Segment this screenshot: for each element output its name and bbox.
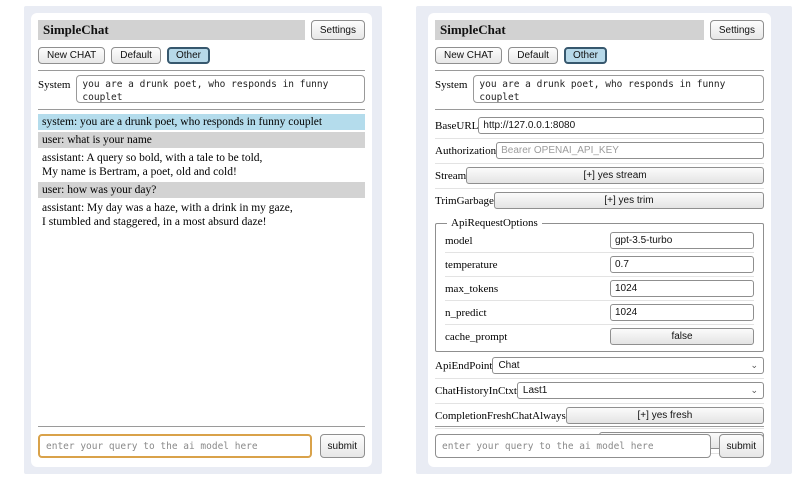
settings-button[interactable]: Settings [311, 20, 365, 40]
chat-history-select[interactable]: Last1 ⌄ [517, 382, 764, 399]
api-request-options-legend: ApiRequestOptions [447, 217, 542, 229]
setting-row-temperature: temperature [445, 253, 754, 277]
system-prompt-row: System you are a drunk poet, who respond… [435, 75, 764, 103]
stream-toggle-button[interactable]: [+] yes stream [466, 167, 764, 184]
divider [38, 70, 365, 71]
stream-label: Stream [435, 170, 466, 182]
trimgarbage-toggle-button[interactable]: [+] yes trim [494, 192, 764, 209]
query-area: submit [435, 420, 764, 458]
chat-message-user: user: what is your name [38, 132, 365, 148]
query-area: submit [38, 420, 365, 458]
chat-log: system: you are a drunk poet, who respon… [38, 114, 365, 230]
app-title: SimpleChat [435, 20, 704, 40]
submit-button[interactable]: submit [719, 434, 764, 458]
n-predict-input[interactable] [610, 304, 754, 321]
query-input[interactable] [38, 434, 312, 458]
setting-row-chat-history: ChatHistoryInCtxt Last1 ⌄ [435, 379, 764, 404]
setting-row-model: model [445, 229, 754, 253]
session-toolbar: New CHAT Default Other [38, 47, 365, 64]
temperature-input[interactable] [610, 256, 754, 273]
baseurl-input[interactable] [478, 117, 764, 134]
setting-row-stream: Stream [+] yes stream [435, 164, 764, 189]
chat-message-user: user: how was your day? [38, 182, 365, 198]
query-input[interactable] [435, 434, 711, 458]
max-tokens-label: max_tokens [445, 283, 498, 295]
cache-prompt-label: cache_prompt [445, 331, 507, 343]
temperature-label: temperature [445, 259, 498, 271]
query-row: submit [38, 434, 365, 458]
divider [38, 109, 365, 110]
system-prompt-input[interactable]: you are a drunk poet, who responds in fu… [76, 75, 365, 103]
model-label: model [445, 235, 473, 247]
setting-row-authorization: Authorization [435, 139, 764, 164]
session-tab-other[interactable]: Other [167, 47, 210, 64]
chat-message-assistant: assistant: My day was a haze, with a dri… [38, 200, 365, 230]
trimgarbage-label: TrimGarbage [435, 195, 494, 207]
authorization-input[interactable] [496, 142, 764, 159]
max-tokens-input[interactable] [610, 280, 754, 297]
api-endpoint-select[interactable]: Chat ⌄ [492, 357, 764, 374]
chat-message-assistant: assistant: A query so bold, with a tale … [38, 150, 365, 180]
authorization-label: Authorization [435, 145, 496, 157]
n-predict-label: n_predict [445, 307, 487, 319]
system-prompt-row: System you are a drunk poet, who respond… [38, 75, 365, 103]
query-row: submit [435, 434, 764, 458]
api-endpoint-selected-value: Chat [498, 360, 519, 371]
baseurl-label: BaseURL [435, 120, 478, 132]
setting-row-max-tokens: max_tokens [445, 277, 754, 301]
settings-button[interactable]: Settings [710, 20, 764, 40]
chevron-down-icon: ⌄ [750, 361, 758, 370]
submit-button[interactable]: submit [320, 434, 365, 458]
system-label: System [38, 75, 70, 103]
cache-prompt-toggle-button[interactable]: false [610, 328, 754, 345]
system-prompt-input[interactable]: you are a drunk poet, who responds in fu… [473, 75, 764, 103]
chat-panel: SimpleChat Settings New CHAT Default Oth… [31, 13, 372, 467]
session-tab-default[interactable]: Default [508, 47, 558, 64]
chat-history-label: ChatHistoryInCtxt [435, 385, 517, 397]
divider [435, 70, 764, 71]
setting-row-api-endpoint: ApiEndPoint Chat ⌄ [435, 354, 764, 379]
app-title: SimpleChat [38, 20, 305, 40]
setting-row-n-predict: n_predict [445, 301, 754, 325]
settings-panel: SimpleChat Settings New CHAT Default Oth… [428, 13, 771, 467]
session-tab-other[interactable]: Other [564, 47, 607, 64]
new-chat-button[interactable]: New CHAT [38, 47, 105, 64]
header: SimpleChat Settings [38, 20, 365, 40]
divider [435, 109, 764, 110]
api-request-options-fieldset: ApiRequestOptions model temperature max_… [435, 217, 764, 352]
header: SimpleChat Settings [435, 20, 764, 40]
settings-list: BaseURL Authorization Stream [+] yes str… [435, 114, 764, 454]
model-input[interactable] [610, 232, 754, 249]
setting-row-trimgarbage: TrimGarbage [+] yes trim [435, 189, 764, 213]
chat-view-screenshot: SimpleChat Settings New CHAT Default Oth… [24, 6, 382, 474]
session-tab-default[interactable]: Default [111, 47, 161, 64]
new-chat-button[interactable]: New CHAT [435, 47, 502, 64]
divider [435, 426, 764, 427]
api-endpoint-label: ApiEndPoint [435, 360, 492, 372]
setting-row-cache-prompt: cache_prompt false [445, 325, 754, 348]
session-toolbar: New CHAT Default Other [435, 47, 764, 64]
settings-view-screenshot: SimpleChat Settings New CHAT Default Oth… [416, 6, 792, 474]
divider [38, 426, 365, 427]
chevron-down-icon: ⌄ [750, 386, 758, 395]
chat-history-selected-value: Last1 [523, 385, 547, 396]
system-label: System [435, 75, 467, 103]
setting-row-baseurl: BaseURL [435, 114, 764, 139]
chat-message-system: system: you are a drunk poet, who respon… [38, 114, 365, 130]
